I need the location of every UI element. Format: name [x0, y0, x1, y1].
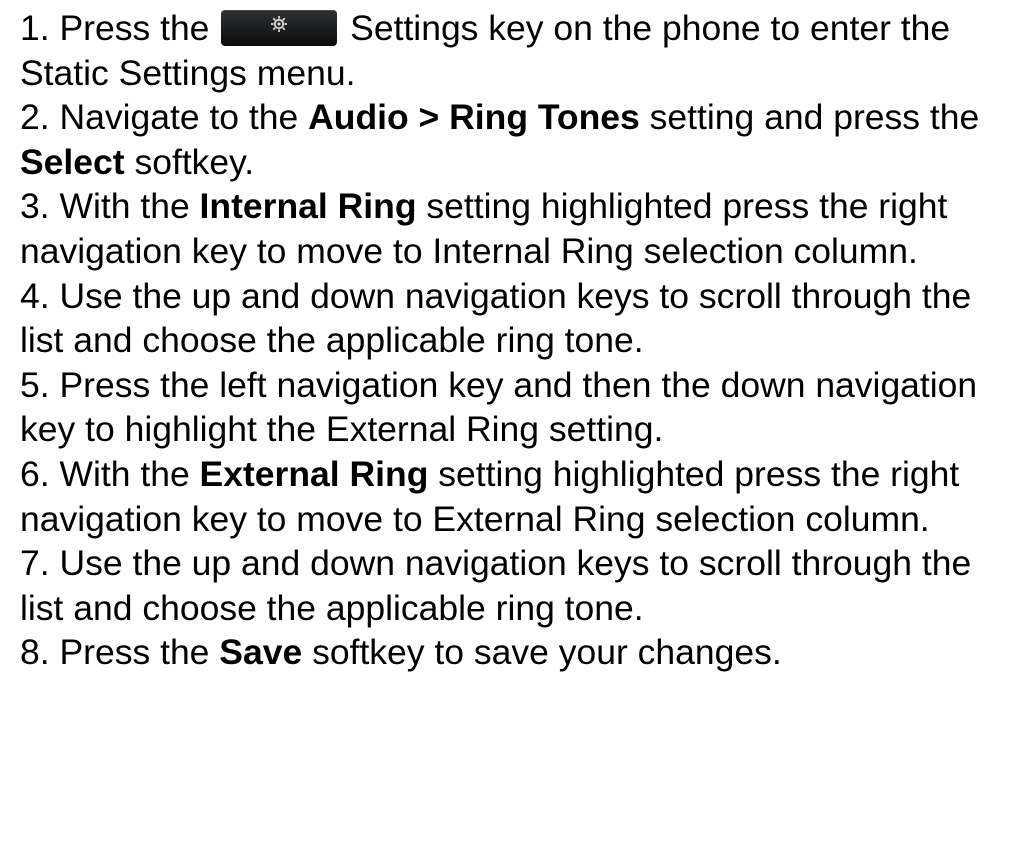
step-2-text-a: 2. Navigate to the	[20, 97, 309, 138]
step-4: 4. Use the up and down navigation keys t…	[20, 274, 1018, 363]
step-7: 7. Use the up and down navigation keys t…	[20, 541, 1018, 630]
step-6-text-a: 6. With the	[20, 453, 200, 494]
gear-icon	[271, 16, 288, 32]
step-4-text: 4. Use the up and down navigation keys t…	[20, 275, 972, 361]
step-6-external-ring: External Ring	[199, 453, 429, 494]
step-5: 5. Press the left navigation key and the…	[20, 363, 1018, 452]
step-2-text-e: softkey.	[124, 141, 255, 182]
step-2-text-c: setting and press the	[639, 97, 980, 138]
step-7-text: 7. Use the up and down navigation keys t…	[20, 543, 972, 628]
step-2-select-softkey: Select	[20, 141, 125, 182]
step-1: 1. Press the Settings key on the phone t…	[20, 6, 1018, 95]
step-3-internal-ring: Internal Ring	[199, 186, 417, 227]
step-2-menu-path: Audio > Ring Tones	[308, 97, 640, 138]
step-8: 8. Press the Save softkey to save your c…	[20, 630, 1018, 675]
step-1-text-before: 1. Press the	[20, 8, 220, 48]
step-2: 2. Navigate to the Audio > Ring Tones se…	[20, 95, 1018, 184]
instructions-document: 1. Press the Settings key on the phone t…	[0, 0, 1018, 864]
step-3: 3. With the Internal Ring setting highli…	[20, 184, 1018, 273]
step-8-save-softkey: Save	[219, 632, 303, 673]
step-6: 6. With the External Ring setting highli…	[20, 452, 1018, 541]
step-8-text-a: 8. Press the	[20, 632, 220, 673]
step-8-text-c: softkey to save your changes.	[302, 632, 782, 673]
step-5-text: 5. Press the left navigation key and the…	[20, 364, 978, 450]
step-3-text-a: 3. With the	[20, 186, 200, 227]
settings-key-icon	[221, 10, 338, 46]
